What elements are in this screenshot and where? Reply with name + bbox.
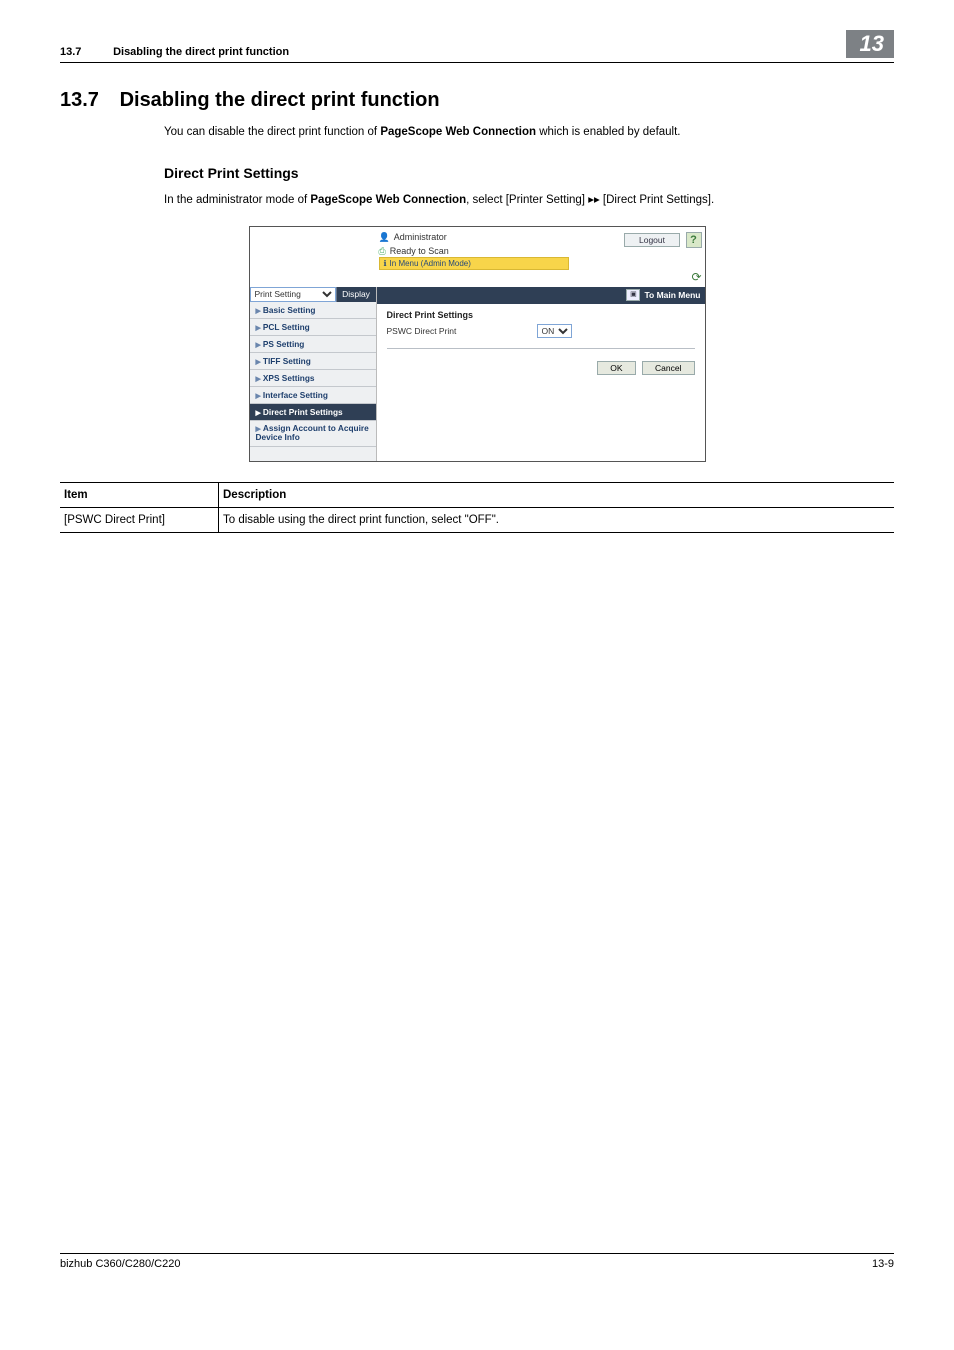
sidebar-item-interface-setting[interactable]: ▶Interface Setting (250, 387, 376, 404)
section-intro: You can disable the direct print functio… (164, 124, 894, 141)
pswc-direct-print-label: PSWC Direct Print (387, 326, 537, 336)
footer-page-number: 13-9 (872, 1258, 894, 1270)
header-section-number: 13.7 (60, 46, 110, 58)
sidebar-item-direct-print-settings[interactable]: ▶Direct Print Settings (250, 404, 376, 421)
to-main-menu-link[interactable]: To Main Menu (644, 290, 700, 300)
table-row-description: To disable using the direct print functi… (219, 507, 895, 532)
subsection-heading: Direct Print Settings (164, 165, 894, 181)
page-footer: bizhub C360/C280/C220 13-9 (60, 1253, 894, 1270)
info-icon: ℹ (384, 259, 387, 268)
user-icon: 👤 (379, 232, 390, 243)
panel-title: Direct Print Settings (387, 310, 695, 320)
ok-button[interactable]: OK (597, 361, 635, 375)
mode-banner: ℹ In Menu (Admin Mode) (379, 257, 569, 270)
refresh-icon[interactable]: ⟳ (691, 270, 701, 284)
section-heading: 13.7 Disabling the direct print function (60, 89, 894, 112)
table-header-item: Item (60, 482, 219, 507)
cancel-button[interactable]: Cancel (642, 361, 694, 375)
description-table: Item Description [PSWC Direct Print] To … (60, 482, 894, 533)
sidebar-item-basic-setting[interactable]: ▶Basic Setting (250, 302, 376, 319)
scanner-icon: ⎙ (379, 246, 386, 257)
status-label: Ready to Scan (390, 246, 449, 256)
display-button[interactable]: Display (336, 287, 376, 302)
app-screenshot: 👤 Administrator ⎙ Ready to Scan ℹ In Men… (249, 226, 706, 462)
table-row-item: [PSWC Direct Print] (60, 507, 219, 532)
sidebar-item-tiff-setting[interactable]: ▶TIFF Setting (250, 353, 376, 370)
section-title: Disabling the direct print function (120, 89, 440, 111)
subsection-line: In the administrator mode of PageScope W… (164, 192, 894, 209)
footer-model: bizhub C360/C280/C220 (60, 1258, 180, 1270)
logout-button[interactable]: Logout (624, 233, 680, 247)
main-menu-icon[interactable]: ▣ (626, 289, 640, 301)
section-number: 13.7 (60, 89, 114, 112)
table-header-description: Description (219, 482, 895, 507)
sidebar-item-assign-account[interactable]: ▶Assign Account to Acquire Device Info (250, 421, 376, 447)
user-label: Administrator (394, 232, 447, 242)
sidebar-category-select[interactable]: Print Setting (250, 287, 336, 302)
content-pane: ▣ To Main Menu Direct Print Settings PSW… (377, 287, 705, 461)
sidebar-item-pcl-setting[interactable]: ▶PCL Setting (250, 319, 376, 336)
header-section-title: Disabling the direct print function (113, 46, 289, 58)
chapter-badge: 13 (846, 30, 894, 58)
sidebar-item-ps-setting[interactable]: ▶PS Setting (250, 336, 376, 353)
sidebar-item-xps-settings[interactable]: ▶XPS Settings (250, 370, 376, 387)
help-icon[interactable]: ? (686, 232, 702, 248)
sidebar: Print Setting Display ▶Basic Setting ▶PC… (250, 287, 377, 461)
pswc-direct-print-select[interactable]: ON (537, 324, 572, 338)
page-header: 13.7 Disabling the direct print function… (60, 30, 894, 63)
